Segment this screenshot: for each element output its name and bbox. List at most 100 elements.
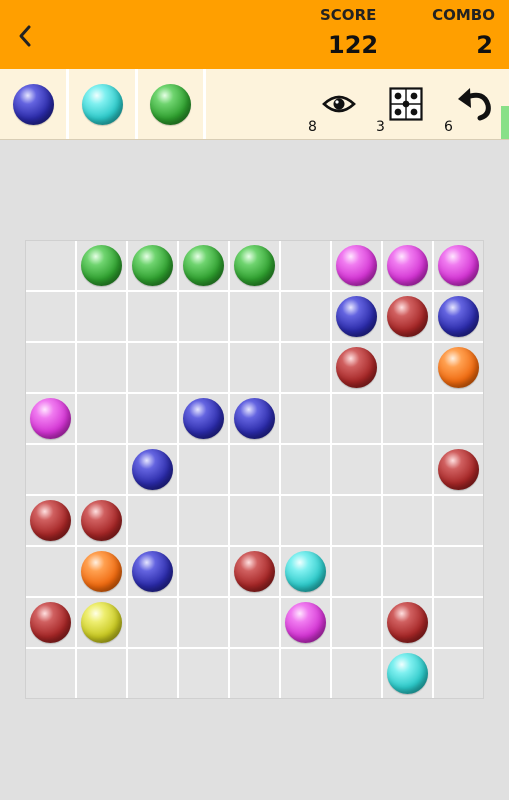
board-cell[interactable]: [281, 394, 330, 443]
board-cell[interactable]: [383, 241, 432, 290]
board-cell[interactable]: [332, 394, 381, 443]
board-cell[interactable]: [434, 241, 483, 290]
cyan-ball[interactable]: [285, 551, 326, 592]
board-cell[interactable]: [383, 496, 432, 545]
blue-ball[interactable]: [336, 296, 377, 337]
board-cell[interactable]: [26, 547, 75, 596]
board-cell[interactable]: [332, 343, 381, 392]
magenta-ball[interactable]: [387, 245, 428, 286]
board-cell[interactable]: [179, 241, 228, 290]
board-cell[interactable]: [281, 241, 330, 290]
green-ball[interactable]: [183, 245, 224, 286]
board-cell[interactable]: [281, 496, 330, 545]
red-ball[interactable]: [387, 296, 428, 337]
blue-ball[interactable]: [234, 398, 275, 439]
board-cell[interactable]: [128, 547, 177, 596]
board-cell[interactable]: [383, 547, 432, 596]
red-ball[interactable]: [234, 551, 275, 592]
board-cell[interactable]: [281, 343, 330, 392]
red-ball[interactable]: [387, 602, 428, 643]
board-cell[interactable]: [383, 343, 432, 392]
red-ball[interactable]: [81, 500, 122, 541]
board-cell[interactable]: [26, 394, 75, 443]
magenta-ball[interactable]: [336, 245, 377, 286]
board-cell[interactable]: [281, 445, 330, 494]
board-cell[interactable]: [230, 547, 279, 596]
green-ball[interactable]: [234, 245, 275, 286]
board-cell[interactable]: [179, 547, 228, 596]
board-cell[interactable]: [434, 445, 483, 494]
cyan-ball[interactable]: [387, 653, 428, 694]
board-cell[interactable]: [77, 649, 126, 698]
board-cell[interactable]: [179, 649, 228, 698]
board-cell[interactable]: [77, 496, 126, 545]
board-cell[interactable]: [434, 292, 483, 341]
board-cell[interactable]: [128, 496, 177, 545]
blue-ball[interactable]: [132, 449, 173, 490]
board-cell[interactable]: [128, 241, 177, 290]
board-cell[interactable]: [332, 496, 381, 545]
board-cell[interactable]: [26, 598, 75, 647]
board-cell[interactable]: [77, 598, 126, 647]
board-cell[interactable]: [281, 649, 330, 698]
board-cell[interactable]: [332, 547, 381, 596]
red-ball[interactable]: [30, 500, 71, 541]
board-cell[interactable]: [128, 445, 177, 494]
board-cell[interactable]: [179, 445, 228, 494]
board-cell[interactable]: [434, 649, 483, 698]
board-cell[interactable]: [77, 394, 126, 443]
board-cell[interactable]: [434, 547, 483, 596]
magenta-ball[interactable]: [30, 398, 71, 439]
board-cell[interactable]: [434, 496, 483, 545]
board-cell[interactable]: [383, 445, 432, 494]
blue-ball[interactable]: [183, 398, 224, 439]
board-cell[interactable]: [179, 598, 228, 647]
board-cell[interactable]: [230, 496, 279, 545]
board-cell[interactable]: [26, 649, 75, 698]
board-cell[interactable]: [128, 292, 177, 341]
board-cell[interactable]: [230, 445, 279, 494]
board-cell[interactable]: [179, 343, 228, 392]
orange-ball[interactable]: [438, 347, 479, 388]
board-cell[interactable]: [77, 547, 126, 596]
blue-ball[interactable]: [438, 296, 479, 337]
board-cell[interactable]: [26, 292, 75, 341]
board-cell[interactable]: [332, 241, 381, 290]
board-cell[interactable]: [230, 292, 279, 341]
green-ball[interactable]: [132, 245, 173, 286]
board-cell[interactable]: [281, 547, 330, 596]
board-cell[interactable]: [128, 649, 177, 698]
magenta-ball[interactable]: [438, 245, 479, 286]
undo-button[interactable]: 6: [440, 69, 500, 139]
board-cell[interactable]: [332, 292, 381, 341]
board-cell[interactable]: [26, 241, 75, 290]
board-cell[interactable]: [383, 292, 432, 341]
board-cell[interactable]: [332, 598, 381, 647]
board-cell[interactable]: [128, 394, 177, 443]
board-cell[interactable]: [77, 241, 126, 290]
orange-ball[interactable]: [81, 551, 122, 592]
board-cell[interactable]: [77, 292, 126, 341]
red-ball[interactable]: [30, 602, 71, 643]
board-cell[interactable]: [128, 598, 177, 647]
board-cell[interactable]: [179, 292, 228, 341]
board-cell[interactable]: [383, 598, 432, 647]
board-cell[interactable]: [26, 445, 75, 494]
hint-button[interactable]: 8: [306, 69, 366, 139]
yellow-ball[interactable]: [81, 602, 122, 643]
board-cell[interactable]: [128, 343, 177, 392]
magenta-ball[interactable]: [285, 602, 326, 643]
board-cell[interactable]: [332, 649, 381, 698]
board-cell[interactable]: [230, 343, 279, 392]
red-ball[interactable]: [336, 347, 377, 388]
board-cell[interactable]: [281, 292, 330, 341]
board-cell[interactable]: [383, 649, 432, 698]
board-cell[interactable]: [179, 394, 228, 443]
board-cell[interactable]: [179, 496, 228, 545]
board-cell[interactable]: [230, 241, 279, 290]
board-cell[interactable]: [434, 394, 483, 443]
board-cell[interactable]: [26, 496, 75, 545]
board-cell[interactable]: [230, 598, 279, 647]
shuffle-button[interactable]: 3: [372, 69, 432, 139]
board-cell[interactable]: [77, 343, 126, 392]
